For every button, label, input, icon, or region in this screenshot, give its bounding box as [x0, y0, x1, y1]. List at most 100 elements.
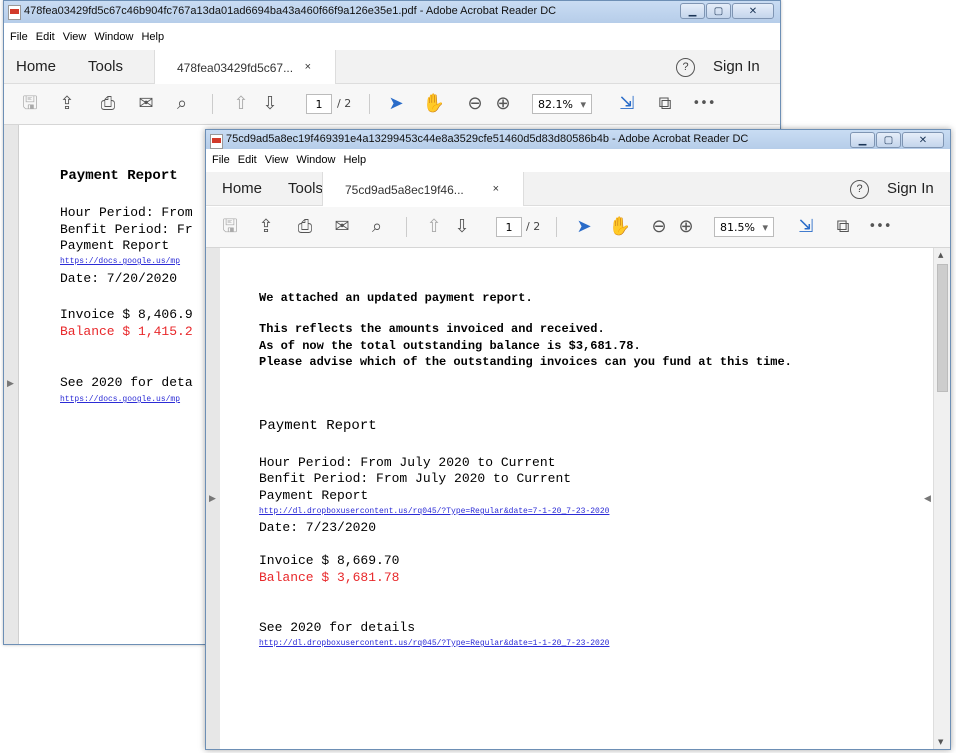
message-line-1: We attached an updated payment report. [259, 291, 533, 305]
pdf-page: We attached an updated payment report. T… [220, 248, 934, 749]
next-page-icon[interactable]: ⇩ [258, 92, 282, 116]
zoom-select[interactable]: 81.5% [714, 217, 774, 237]
zoom-out-icon[interactable]: ⊖ [647, 215, 671, 239]
email-icon[interactable]: ✉ [134, 92, 158, 116]
hour-period: Hour Period: From July 2020 to Current [259, 455, 556, 470]
print-icon[interactable]: ⎙ [96, 92, 120, 116]
menu-view[interactable]: View [265, 154, 289, 166]
page-number-input[interactable]: 1 [496, 217, 522, 237]
tools-tab[interactable]: Tools [288, 180, 323, 197]
help-icon[interactable]: ? [850, 180, 869, 199]
hand-tool-icon[interactable]: ✋ [608, 215, 632, 239]
more-tools-icon[interactable]: ••• [868, 215, 892, 239]
help-icon[interactable]: ? [676, 58, 695, 77]
hour-period: Hour Period: From [60, 205, 193, 220]
right-panel-handle[interactable]: ◀ [920, 248, 934, 749]
menu-edit[interactable]: Edit [238, 154, 257, 166]
select-cursor-icon[interactable]: ➤ [384, 92, 408, 116]
invoice-amount: Invoice $ 8,406.9 [60, 307, 193, 322]
zoom-select[interactable]: 82.1% [532, 94, 592, 114]
message-line-2: This reflects the amounts invoiced and r… [259, 322, 605, 336]
tab-bar: Home Tools 75cd9ad5a8ec19f46... × ? Sign… [206, 172, 950, 206]
upload-cloud-icon[interactable]: ⇪ [254, 215, 278, 239]
scrolling-mode-icon[interactable]: ⧉ [653, 92, 677, 116]
close-tab-icon[interactable]: × [493, 183, 499, 195]
vertical-scrollbar[interactable]: ▲ ▼ [933, 248, 950, 749]
left-panel-handle[interactable]: ▶ [206, 248, 221, 749]
menu-file[interactable]: File [212, 154, 230, 166]
email-icon[interactable]: ✉ [330, 215, 354, 239]
menu-window[interactable]: Window [296, 154, 335, 166]
close-button[interactable]: ✕ [902, 132, 944, 148]
search-icon[interactable]: ⌕ [365, 215, 389, 239]
tab-bar: Home Tools 478fea03429fd5c67... × ? Sign… [4, 50, 780, 84]
maximize-button[interactable]: ▢ [706, 3, 731, 19]
scrollbar-thumb[interactable] [937, 264, 948, 392]
collapse-panel-icon[interactable]: ◀ [924, 494, 931, 504]
page-fit-icon[interactable]: ⇲ [615, 92, 639, 116]
details-link[interactable]: http://dl.dropboxusercontent.us/rq045/?T… [259, 639, 609, 648]
close-tab-icon[interactable]: × [305, 61, 311, 73]
upload-cloud-icon[interactable]: ⇪ [55, 92, 79, 116]
previous-page-icon[interactable]: ⇧ [422, 215, 446, 239]
close-button[interactable]: ✕ [732, 3, 774, 19]
sign-in-button[interactable]: Sign In [713, 58, 760, 75]
next-page-icon[interactable]: ⇩ [450, 215, 474, 239]
page-number-input[interactable]: 1 [306, 94, 332, 114]
zoom-in-icon[interactable]: ⊕ [491, 92, 515, 116]
left-panel-handle[interactable]: ▶ [4, 125, 19, 644]
menu-edit[interactable]: Edit [36, 31, 55, 43]
report-link[interactable]: https://docs.google.us/mp [60, 257, 180, 266]
menu-bar: File Edit View Window Help [4, 31, 780, 49]
zoom-in-icon[interactable]: ⊕ [674, 215, 698, 239]
minimize-button[interactable]: ▁ [680, 3, 705, 19]
benefit-period: Benfit Period: From July 2020 to Current [259, 471, 572, 486]
zoom-out-icon[interactable]: ⊖ [463, 92, 487, 116]
home-tab[interactable]: Home [222, 180, 262, 197]
menu-file[interactable]: File [10, 31, 28, 43]
minimize-button[interactable]: ▁ [850, 132, 875, 148]
print-icon[interactable]: ⎙ [293, 215, 317, 239]
page-fit-icon[interactable]: ⇲ [794, 215, 818, 239]
message-line-3: As of now the total outstanding balance … [259, 339, 641, 353]
document-tab-label: 75cd9ad5a8ec19f46... [345, 183, 464, 197]
page-total: / 2 [526, 220, 541, 233]
menu-window[interactable]: Window [94, 31, 133, 43]
front-acrobat-window[interactable]: 75cd9ad5a8ec19f469391e4a13299453c44e8a35… [205, 129, 951, 750]
maximize-button[interactable]: ▢ [876, 132, 901, 148]
tools-tab[interactable]: Tools [88, 58, 123, 75]
save-icon[interactable]: 🖫 [218, 215, 242, 239]
document-tab-label: 478fea03429fd5c67... [177, 61, 294, 75]
menu-help[interactable]: Help [343, 154, 366, 166]
menu-view[interactable]: View [63, 31, 87, 43]
scrolling-mode-icon[interactable]: ⧉ [831, 215, 855, 239]
report-label: Payment Report [60, 238, 170, 253]
report-title: Payment Report [259, 418, 377, 434]
title-bar[interactable]: 478fea03429fd5c67c46b904fc767a13da01ad66… [4, 1, 780, 23]
save-icon[interactable]: 🖫 [18, 92, 42, 116]
previous-page-icon[interactable]: ⇧ [229, 92, 253, 116]
document-view[interactable]: ▶ We attached an updated payment report.… [206, 248, 950, 749]
page-total: / 2 [337, 97, 352, 110]
more-tools-icon[interactable]: ••• [692, 92, 716, 116]
home-tab[interactable]: Home [16, 58, 56, 75]
expand-panel-icon[interactable]: ▶ [7, 379, 14, 389]
report-date: Date: 7/23/2020 [259, 520, 377, 535]
toolbar: 🖫 ⇪ ⎙ ✉ ⌕ ⇧ ⇩ 1 / 2 ➤ ✋ ⊖ ⊕ 82.1% ⇲ ⧉ ••… [4, 84, 780, 125]
sign-in-button[interactable]: Sign In [887, 180, 934, 197]
scroll-down-icon[interactable]: ▼ [938, 738, 943, 746]
report-date: Date: 7/20/2020 [60, 271, 178, 286]
invoice-amount: Invoice $ 8,669.70 [259, 553, 400, 568]
details-link[interactable]: https://docs.google.us/mp [60, 395, 180, 404]
hand-tool-icon[interactable]: ✋ [422, 92, 446, 116]
scroll-up-icon[interactable]: ▲ [938, 251, 943, 259]
menu-help[interactable]: Help [141, 31, 164, 43]
search-icon[interactable]: ⌕ [170, 92, 194, 116]
expand-panel-icon[interactable]: ▶ [209, 494, 216, 504]
report-link[interactable]: http://dl.dropboxusercontent.us/rq045/?T… [259, 507, 609, 516]
document-tab[interactable]: 75cd9ad5a8ec19f46... × [322, 172, 524, 206]
select-cursor-icon[interactable]: ➤ [572, 215, 596, 239]
document-tab[interactable]: 478fea03429fd5c67... × [154, 50, 336, 84]
details-note: See 2020 for details [259, 620, 416, 635]
title-bar[interactable]: 75cd9ad5a8ec19f469391e4a13299453c44e8a35… [206, 130, 950, 149]
